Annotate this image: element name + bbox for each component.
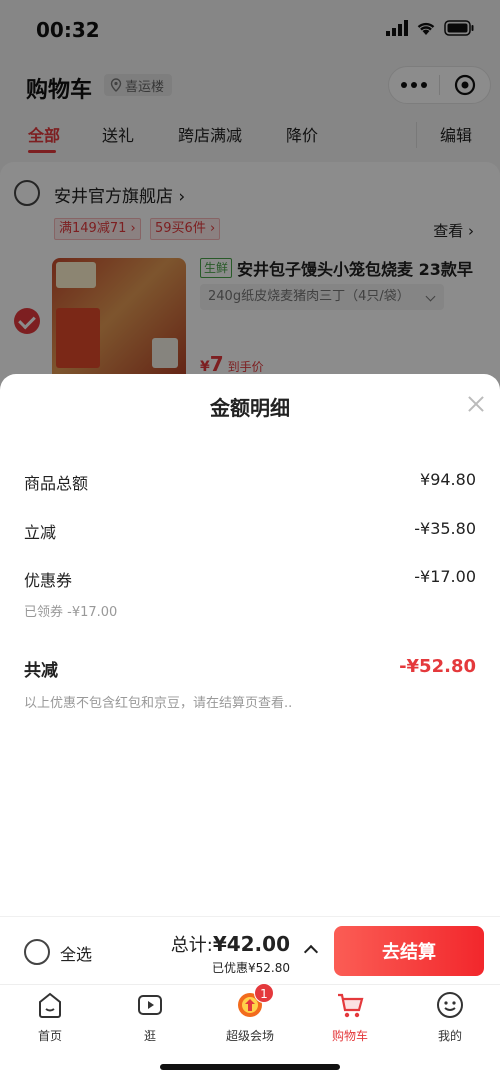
profile-icon <box>437 992 463 1018</box>
total-discount-value: -¥52.80 <box>399 656 476 677</box>
nav-cart[interactable]: 购物车 <box>300 991 400 1047</box>
nav-home[interactable]: 首页 <box>0 991 100 1047</box>
home-icon <box>39 992 61 1018</box>
nav-label: 购物车 <box>331 1029 368 1043</box>
row-label: 优惠券 <box>24 571 73 590</box>
disclaimer-text: 以上优惠不包含红包和京豆，请在结算页查看.. <box>24 696 293 711</box>
row-value: -¥17.00 <box>414 567 476 586</box>
row-label: 商品总额 <box>24 474 89 493</box>
total-price: 总计:¥42.00 <box>171 931 290 957</box>
total-discount-label: 共减 <box>24 661 58 681</box>
modal-backdrop[interactable] <box>0 0 500 400</box>
total-amount: ¥42.00 <box>212 932 290 956</box>
coupon-detail: 已领券 -¥17.00 <box>24 605 118 620</box>
video-icon <box>138 995 162 1015</box>
row-value: -¥35.80 <box>414 519 476 538</box>
row-label: 立减 <box>24 523 57 542</box>
nav-label: 首页 <box>37 1029 62 1043</box>
total-prefix: 总计: <box>170 935 213 956</box>
saved-amount: 已优惠¥52.80 <box>212 961 290 975</box>
nav-label: 我的 <box>437 1029 462 1043</box>
checkout-button[interactable]: 去结算 <box>334 926 484 976</box>
close-icon[interactable] <box>466 394 486 414</box>
nav-super-venue[interactable]: 1 超级会场 <box>200 983 300 1047</box>
sheet-title: 金额明细 <box>210 396 290 420</box>
row-value: ¥94.80 <box>420 470 476 489</box>
nav-profile[interactable]: 我的 <box>400 991 500 1047</box>
checkout-bar: 全选 总计:¥42.00 已优惠¥52.80 去结算 <box>0 916 500 984</box>
nav-browse[interactable]: 逛 <box>100 991 200 1047</box>
chevron-up-icon[interactable] <box>303 944 319 960</box>
select-all-label[interactable]: 全选 <box>60 941 92 965</box>
nav-label: 超级会场 <box>225 1029 274 1043</box>
nav-label: 逛 <box>143 1029 156 1043</box>
cart-icon <box>338 993 364 1018</box>
home-indicator <box>160 1064 340 1070</box>
select-all-checkbox[interactable] <box>24 939 50 965</box>
notification-badge: 1 <box>254 983 274 1003</box>
